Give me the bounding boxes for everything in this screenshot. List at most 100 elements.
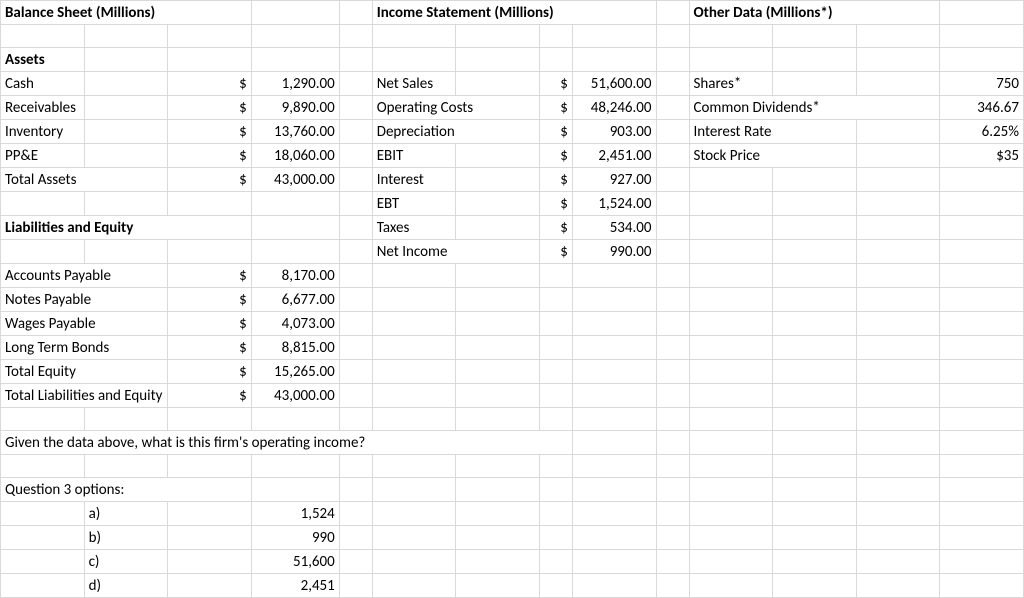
div-label: Common Dividends* [689, 96, 940, 120]
depr-label: Depreciation [372, 120, 539, 144]
ltb-label: Long Term Bonds [1, 336, 168, 360]
ebit-label: EBIT [372, 144, 456, 168]
netsales-label: Net Sales [372, 72, 456, 96]
data-row: PP&E $ 18,060.00 EBIT $ 2,451.00 Stock P… [1, 144, 1024, 168]
options-header: Question 3 options: [1, 478, 252, 502]
opt-a-label: a) [84, 502, 168, 526]
te-val: 15,265.00 [251, 360, 339, 384]
empty-row [1, 25, 1024, 48]
ppe-label: PP&E [1, 144, 85, 168]
option-row: c) 51,600 [1, 550, 1024, 574]
np-val: 6,677.00 [251, 288, 339, 312]
tle-val: 43,000.00 [251, 384, 339, 408]
opcosts-val: 48,246.00 [572, 96, 656, 120]
liab-header: Liabilities and Equity [1, 216, 252, 240]
data-row: Accounts Payable $ 8,170.00 [1, 264, 1024, 288]
wp-label: Wages Payable [1, 312, 168, 336]
ir-val: 6.25% [940, 120, 1024, 144]
div-val: 346.67 [940, 96, 1024, 120]
opt-c-label: c) [84, 550, 168, 574]
ta-sym: $ [168, 168, 252, 192]
empty-row [1, 408, 1024, 431]
ir-label: Interest Rate [689, 120, 856, 144]
ebit-val: 2,451.00 [572, 144, 656, 168]
cash-val: 1,290.00 [251, 72, 339, 96]
liab-header-row: Liabilities and Equity Taxes $ 534.00 [1, 216, 1024, 240]
header-row: Balance Sheet (Millions) Income Statemen… [1, 1, 1024, 25]
int-sym: $ [539, 168, 572, 192]
option-row: d) 2,451 [1, 574, 1024, 598]
ap-sym: $ [168, 264, 252, 288]
netsales-sym: $ [539, 72, 572, 96]
ebt-label: EBT [372, 192, 456, 216]
data-row: EBT $ 1,524.00 [1, 192, 1024, 216]
assets-header-row: Assets [1, 48, 1024, 72]
inv-val: 13,760.00 [251, 120, 339, 144]
data-row: Inventory $ 13,760.00 Depreciation $ 903… [1, 120, 1024, 144]
ap-val: 8,170.00 [251, 264, 339, 288]
question-text: Given the data above, what is this firm'… [1, 431, 573, 455]
tle-sym: $ [168, 384, 252, 408]
te-label: Total Equity [1, 360, 168, 384]
data-row: Notes Payable $ 6,677.00 [1, 288, 1024, 312]
option-row: b) 990 [1, 526, 1024, 550]
income-statement-header: Income Statement (Millions) [372, 1, 656, 25]
shares-label: Shares* [689, 72, 773, 96]
recv-sym: $ [168, 96, 252, 120]
recv-val: 9,890.00 [251, 96, 339, 120]
options-header-row: Question 3 options: [1, 478, 1024, 502]
ltb-sym: $ [168, 336, 252, 360]
taxes-label: Taxes [372, 216, 456, 240]
ebt-val: 1,524.00 [572, 192, 656, 216]
wp-val: 4,073.00 [251, 312, 339, 336]
spreadsheet-table: Balance Sheet (Millions) Income Statemen… [0, 0, 1024, 598]
depr-val: 903.00 [572, 120, 656, 144]
np-sym: $ [168, 288, 252, 312]
data-row: Cash $ 1,290.00 Net Sales $ 51,600.00 Sh… [1, 72, 1024, 96]
wp-sym: $ [168, 312, 252, 336]
te-sym: $ [168, 360, 252, 384]
opt-b-label: b) [84, 526, 168, 550]
ppe-sym: $ [168, 144, 252, 168]
tle-label: Total Liabilities and Equity [1, 384, 168, 408]
opcosts-sym: $ [539, 96, 572, 120]
ta-label: Total Assets [1, 168, 168, 192]
sp-label: Stock Price [689, 144, 856, 168]
opt-d-val: 2,451 [251, 574, 339, 598]
taxes-val: 534.00 [572, 216, 656, 240]
int-val: 927.00 [572, 168, 656, 192]
opt-a-val: 1,524 [251, 502, 339, 526]
question-row: Given the data above, what is this firm'… [1, 431, 1024, 455]
ltb-val: 8,815.00 [251, 336, 339, 360]
ta-val: 43,000.00 [251, 168, 339, 192]
cash-sym: $ [168, 72, 252, 96]
np-label: Notes Payable [1, 288, 168, 312]
empty-row [1, 455, 1024, 478]
ppe-val: 18,060.00 [251, 144, 339, 168]
assets-header: Assets [1, 48, 85, 72]
int-label: Interest [372, 168, 456, 192]
opt-d-label: d) [84, 574, 168, 598]
data-row: Long Term Bonds $ 8,815.00 [1, 336, 1024, 360]
ebt-sym: $ [539, 192, 572, 216]
data-row: Receivables $ 9,890.00 Operating Costs $… [1, 96, 1024, 120]
balance-sheet-header: Balance Sheet (Millions) [1, 1, 252, 25]
data-row: Wages Payable $ 4,073.00 [1, 312, 1024, 336]
ni-label: Net Income [372, 240, 539, 264]
data-row: Total Liabilities and Equity $ 43,000.00 [1, 384, 1024, 408]
option-row: a) 1,524 [1, 502, 1024, 526]
opt-c-val: 51,600 [251, 550, 339, 574]
ni-val: 990.00 [572, 240, 656, 264]
cash-label: Cash [1, 72, 85, 96]
depr-sym: $ [539, 120, 572, 144]
taxes-sym: $ [539, 216, 572, 240]
shares-val: 750 [940, 72, 1024, 96]
ebit-sym: $ [539, 144, 572, 168]
sp-val: $35 [940, 144, 1024, 168]
inv-label: Inventory [1, 120, 85, 144]
opcosts-label: Operating Costs [372, 96, 539, 120]
other-data-header: Other Data (Millions*) [689, 1, 940, 25]
data-row: Total Equity $ 15,265.00 [1, 360, 1024, 384]
data-row: Total Assets $ 43,000.00 Interest $ 927.… [1, 168, 1024, 192]
recv-label: Receivables [1, 96, 85, 120]
